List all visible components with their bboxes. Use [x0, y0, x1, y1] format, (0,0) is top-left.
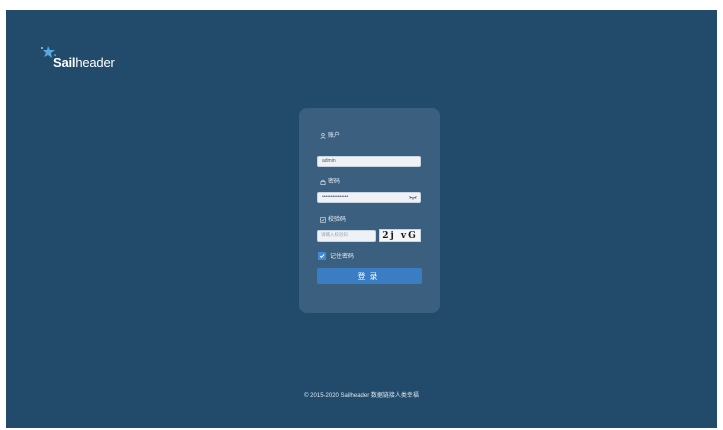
login-card: 账户 admin 密码 ••••••••••••••• 校验码 请输入校验码 2… [299, 108, 440, 313]
remember-label: 记住密码 [330, 253, 355, 260]
password-label: 密码 [320, 178, 340, 186]
account-input[interactable]: admin [317, 156, 421, 167]
password-input-value: ••••••••••••••• [322, 194, 349, 200]
brand-name: Sailheader [53, 54, 115, 72]
remember-password[interactable]: 记住密码 [318, 251, 354, 260]
shield-check-icon [320, 217, 326, 223]
account-label: 账户 [320, 132, 340, 140]
captcha-input-placeholder: 请输入校验码 [321, 233, 348, 238]
login-button[interactable]: 登录 [317, 268, 422, 284]
captcha-code: 2j vG [382, 230, 418, 241]
user-icon [320, 133, 326, 139]
account-input-value: admin [322, 158, 336, 164]
captcha-image[interactable]: 2j vG [379, 229, 421, 242]
password-label-text: 密码 [328, 178, 341, 185]
account-label-text: 账户 [328, 132, 341, 139]
login-page: Sailheader 账户 admin 密码 ••••••••••••••• 校… [6, 10, 717, 428]
password-input[interactable]: ••••••••••••••• [317, 192, 421, 203]
remember-checkbox[interactable] [318, 251, 326, 260]
lock-icon [320, 179, 326, 185]
brand-name-regular: header [75, 55, 115, 70]
captcha-label-text: 校验码 [328, 216, 347, 223]
star-logo-icon [41, 46, 56, 58]
eye-closed-icon[interactable] [409, 195, 417, 201]
brand-logo: Sailheader [40, 46, 115, 72]
captcha-label: 校验码 [320, 216, 346, 224]
footer-copyright: © 2015-2020 Sailheader 数据链接人类幸福 [304, 393, 419, 399]
captcha-input[interactable]: 请输入校验码 [317, 230, 376, 242]
checkmark-icon [319, 253, 325, 258]
